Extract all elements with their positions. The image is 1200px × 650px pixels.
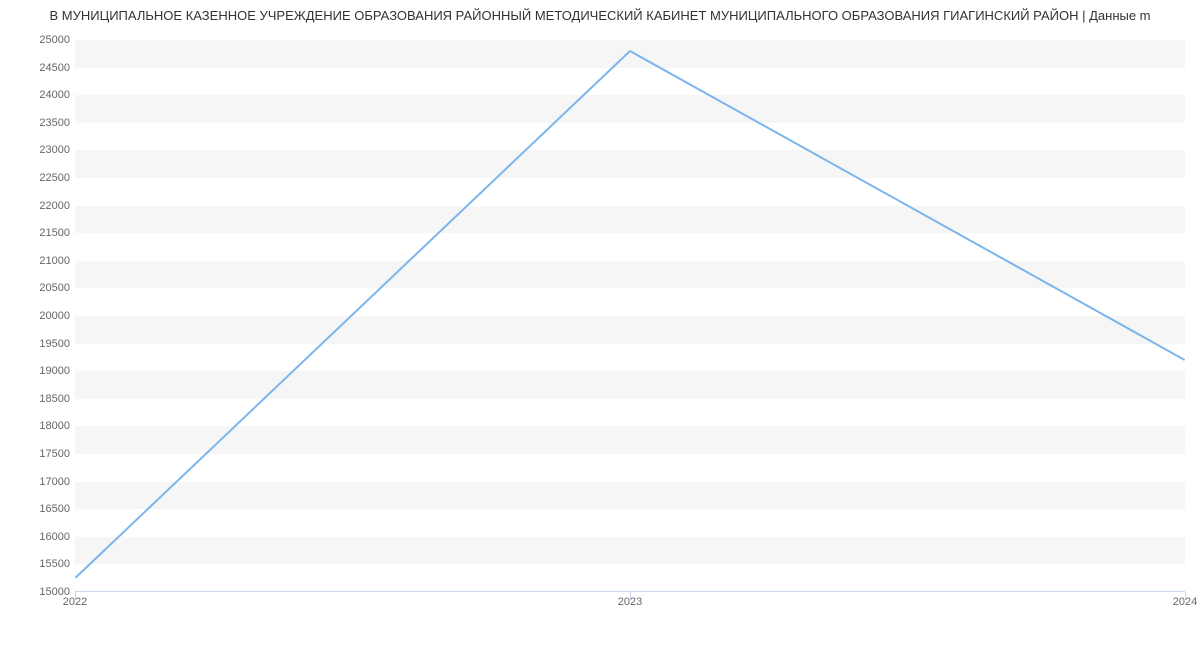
plot-area — [75, 40, 1185, 592]
y-axis-tick: 19000 — [10, 365, 70, 377]
x-axis-tick: 2022 — [63, 596, 87, 608]
y-axis-tick: 17500 — [10, 448, 70, 460]
y-axis-tick: 20000 — [10, 310, 70, 322]
y-axis-tick: 22500 — [10, 172, 70, 184]
y-axis-tick: 18500 — [10, 393, 70, 405]
y-axis-tick: 21500 — [10, 227, 70, 239]
y-axis-tick: 23500 — [10, 117, 70, 129]
y-axis-tick: 25000 — [10, 34, 70, 46]
y-axis-tick: 24000 — [10, 89, 70, 101]
y-axis-tick: 16000 — [10, 531, 70, 543]
chart-container: 15000 15500 16000 16500 17000 17500 18000 18500… — [0, 30, 1200, 630]
y-axis-tick: 15500 — [10, 558, 70, 570]
y-axis-tick: 16500 — [10, 503, 70, 515]
y-axis-tick: 21000 — [10, 255, 70, 267]
y-axis-tick: 22000 — [10, 200, 70, 212]
chart-title: В МУНИЦИПАЛЬНОЕ КАЗЕННОЕ УЧРЕЖДЕНИЕ ОБРА… — [0, 0, 1200, 23]
line-series — [75, 40, 1185, 591]
y-axis-tick: 15000 — [10, 586, 70, 598]
x-axis-tick: 2024 — [1173, 596, 1197, 608]
y-axis-tick: 20500 — [10, 282, 70, 294]
y-axis-tick: 19500 — [10, 338, 70, 350]
y-axis-tick: 24500 — [10, 62, 70, 74]
y-axis-tick: 23000 — [10, 144, 70, 156]
x-axis-tick: 2023 — [618, 596, 642, 608]
y-axis-tick: 17000 — [10, 476, 70, 488]
y-axis-tick: 18000 — [10, 420, 70, 432]
